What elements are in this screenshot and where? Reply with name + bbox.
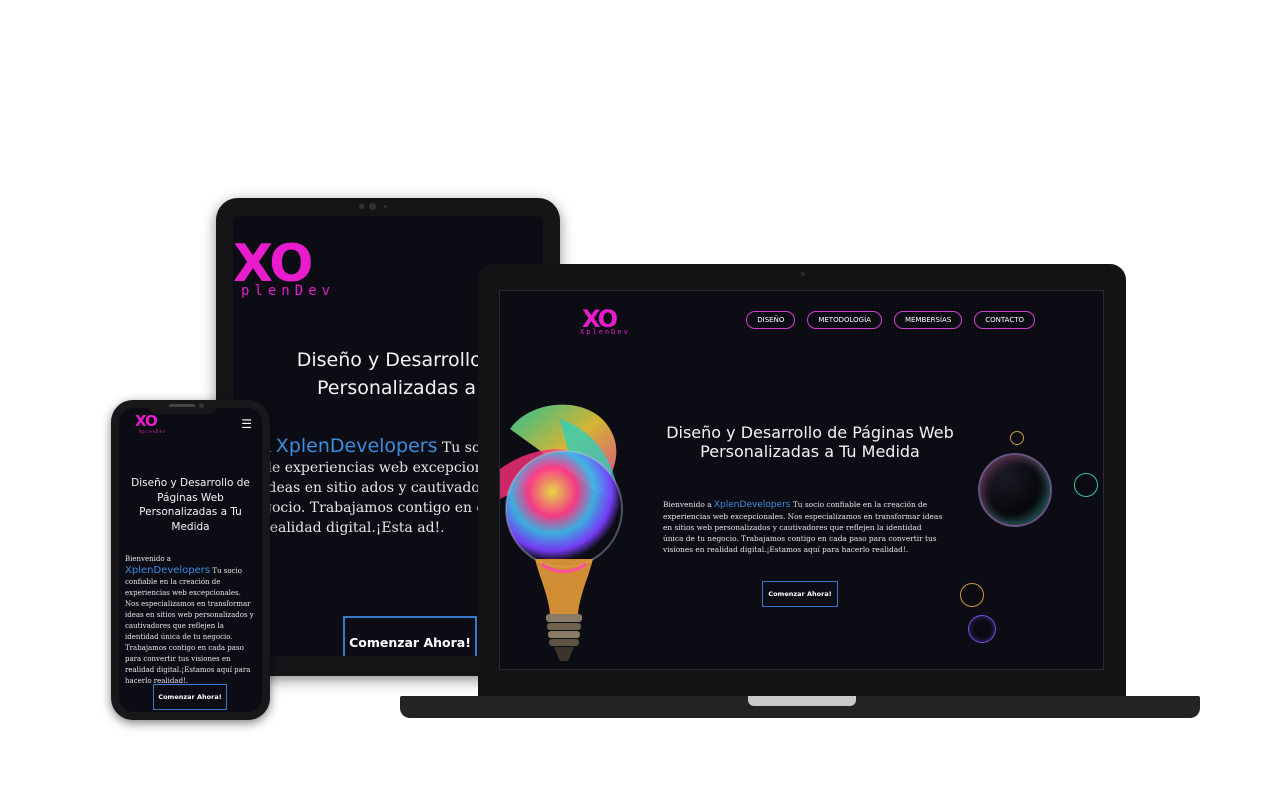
phone-notch — [149, 400, 217, 414]
laptop-camera-icon — [801, 272, 805, 276]
laptop-brand-name: XplenDevelopers — [713, 500, 791, 510]
nav-contacto[interactable]: CONTACTO — [974, 311, 1035, 329]
phone-brand-name: XplenDevelopers — [125, 565, 211, 576]
tablet-brand-name: XplenDevelopers — [275, 435, 438, 457]
bubble-purple-icon — [968, 615, 996, 643]
bubble-orange-icon — [960, 583, 984, 607]
nav-membresias[interactable]: MEMBERSÍAS — [893, 311, 963, 329]
tablet-flash-icon — [384, 205, 387, 208]
laptop-hero-text: Bienvenido a XplenDevelopers Tu socio co… — [663, 499, 943, 555]
tablet-sensor-icon — [359, 204, 364, 209]
phone-hero-text: Bienvenido a XplenDevelopers Tu socio co… — [125, 554, 255, 687]
hamburger-menu-icon[interactable]: ☰ — [241, 418, 252, 430]
phone-logo-mark[interactable]: XO — [135, 414, 158, 429]
laptop-hero-title: Diseño y Desarrollo de Páginas Web Perso… — [666, 423, 954, 461]
bubble-small-icon — [1010, 431, 1024, 445]
device-mockup-showcase: XO plenDev Diseño y Desarrollo de Págin … — [0, 0, 1280, 800]
nav-diseno[interactable]: DISEÑO — [746, 311, 796, 329]
bubble-large-icon — [978, 453, 1052, 527]
laptop-screen: XO XplenDev DISEÑO METODOLOGÍA MEMBERSÍA… — [499, 290, 1104, 670]
phone-cta-button[interactable]: Comenzar Ahora! — [153, 684, 227, 710]
phone-speaker-icon — [169, 404, 195, 407]
nav-metodologia[interactable]: METODOLOGÍA — [807, 311, 882, 329]
lightbulb-illustration — [500, 404, 623, 661]
phone-hero-title: Diseño y Desarrollo de Páginas Web Perso… — [131, 477, 250, 533]
phone-logo-text: XplenDev — [139, 429, 167, 434]
phone-intro-prefix: Bienvenido a — [125, 555, 171, 563]
phone-camera-icon — [199, 403, 204, 408]
phone-screen: XO XplenDev ☰ Diseño y Desarrollo de Pág… — [119, 408, 262, 712]
phone-device: XO XplenDev ☰ Diseño y Desarrollo de Pág… — [111, 400, 270, 720]
tablet-camera-icon — [369, 203, 376, 210]
tablet-cta-button[interactable]: Comenzar Ahora! — [343, 616, 477, 656]
bubble-teal-icon — [1074, 473, 1098, 497]
laptop-logo-text: XplenDev — [580, 328, 630, 336]
laptop-cta-button[interactable]: Comenzar Ahora! — [762, 581, 838, 607]
laptop-intro-prefix: Bienvenido a — [663, 500, 714, 509]
tablet-logo-text: plenDev — [241, 283, 336, 299]
phone-intro-body: Tu socio confiable en la creación de exp… — [125, 567, 254, 685]
laptop-nav: DISEÑO METODOLOGÍA MEMBERSÍAS CONTACTO — [746, 311, 1035, 329]
laptop-trackpad-notch — [748, 696, 856, 706]
